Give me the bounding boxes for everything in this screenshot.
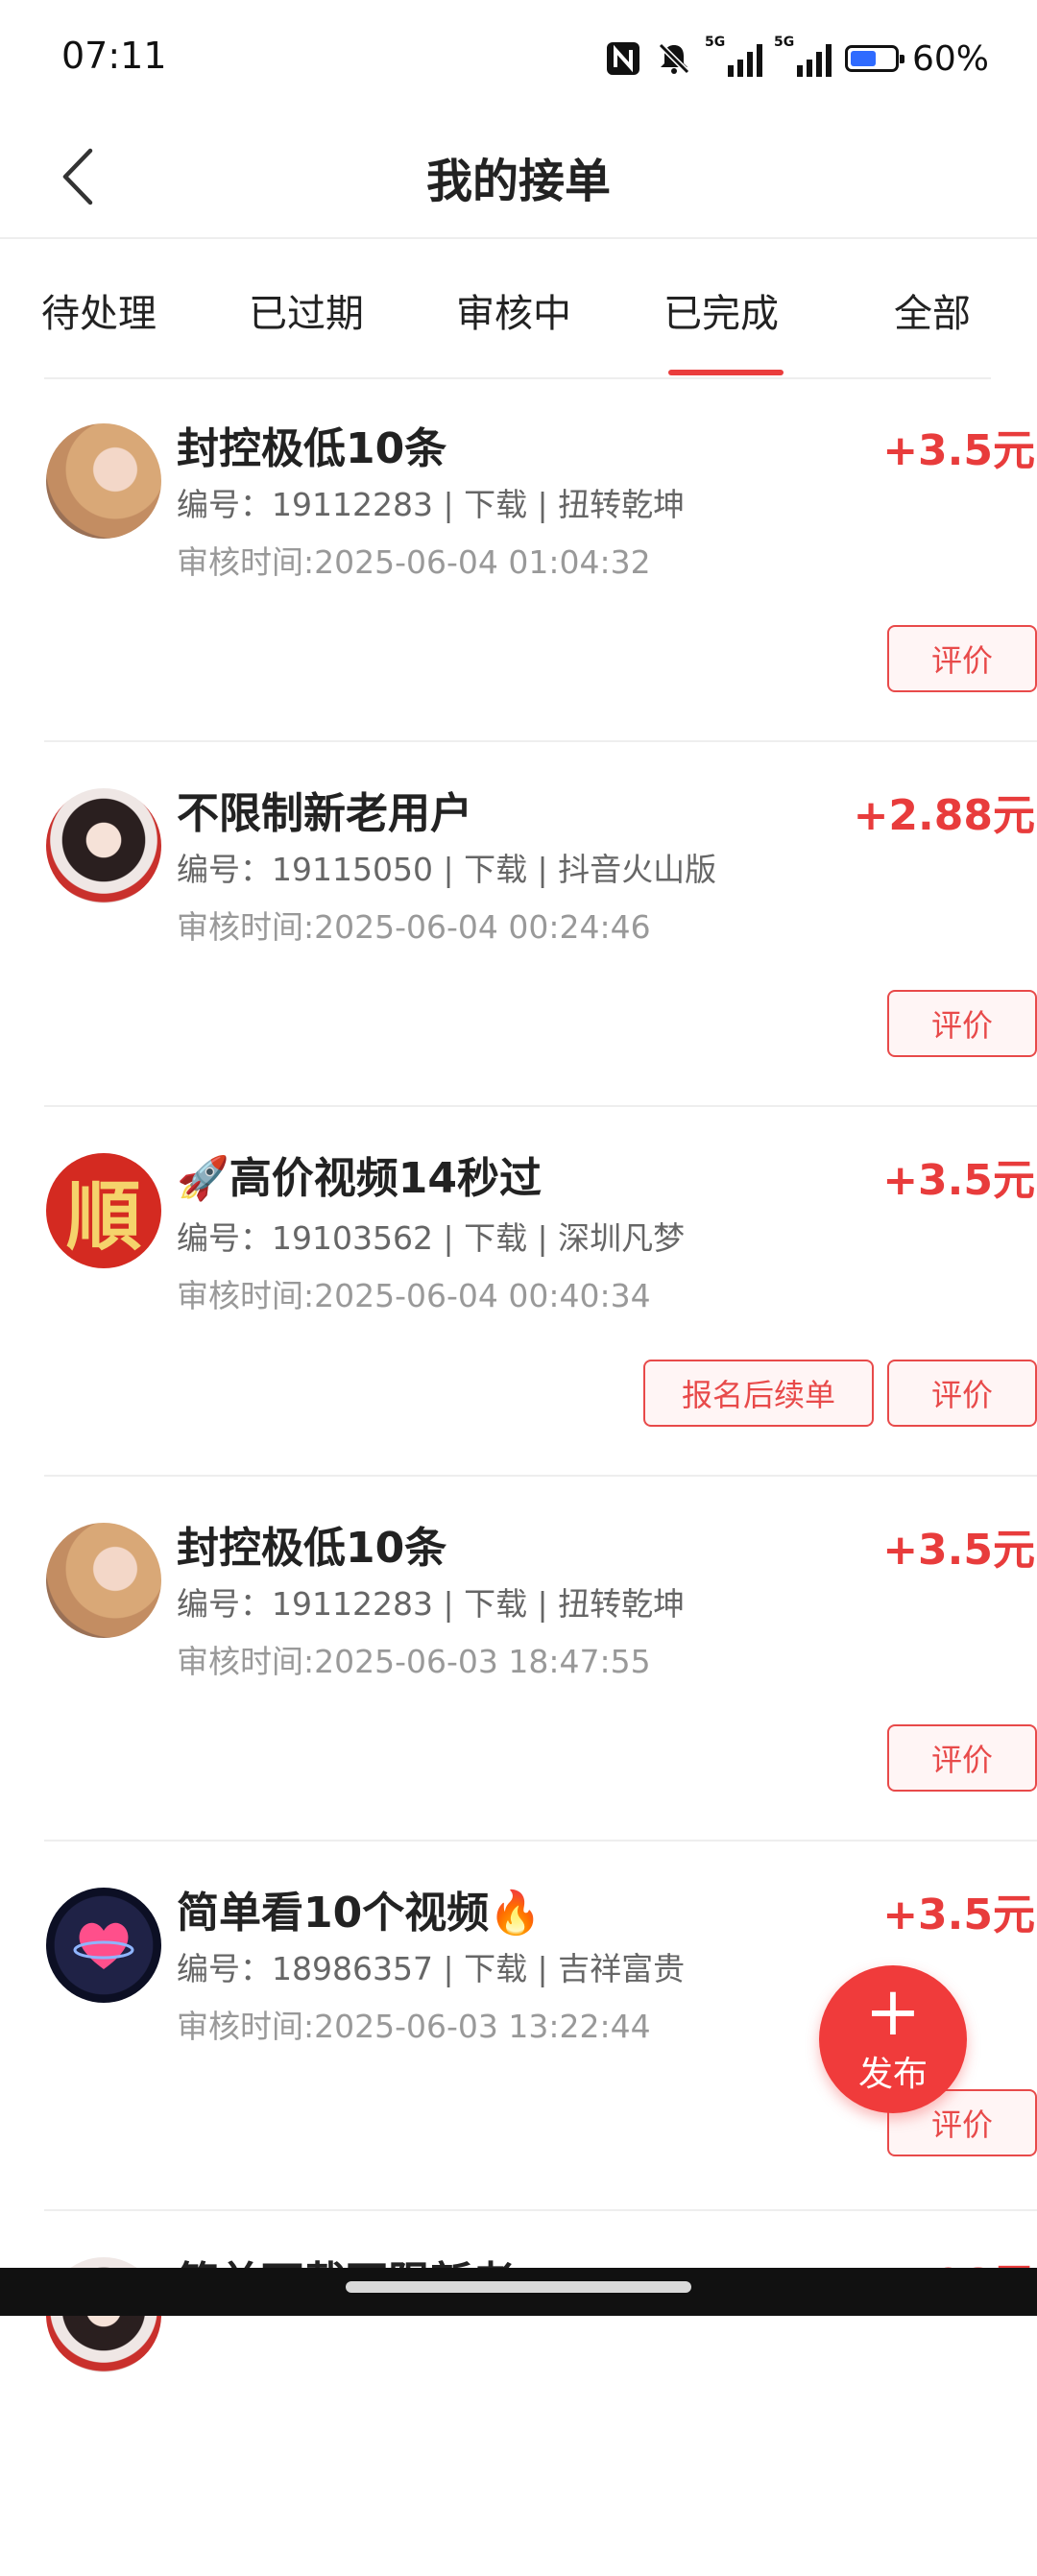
order-title: 简单看10个视频🔥 xyxy=(177,1889,543,1938)
list-item[interactable]: 順 🚀高价视频14秒过 编号：19103562 | 下载 | 深圳凡梦 审核时间… xyxy=(44,1107,1037,1477)
plus-icon: + xyxy=(864,1972,922,2051)
order-title: 不限制新老用户 xyxy=(177,789,472,838)
list-item[interactable]: 简单下载不限新老 +1.98元 xyxy=(44,2211,1037,2576)
order-title: 封控极低10条 xyxy=(177,424,447,473)
review-time: 审核时间:2025-06-04 00:40:34 xyxy=(177,1277,651,1314)
order-meta: 编号：19112283 | 下载 | 扭转乾坤 xyxy=(177,486,686,523)
avatar xyxy=(46,1888,161,2003)
list-item[interactable]: 不限制新老用户 编号：19115050 | 下载 | 抖音火山版 审核时间:20… xyxy=(44,742,1037,1107)
tab-pending[interactable]: 待处理 xyxy=(27,282,171,338)
review-time: 审核时间:2025-06-04 01:04:32 xyxy=(177,543,651,581)
order-price: +2.88元 xyxy=(853,791,1035,840)
battery-percent: 60% xyxy=(911,38,989,79)
home-gesture-handle[interactable] xyxy=(346,2281,691,2293)
status-time: 07:11 xyxy=(61,35,167,77)
rate-button[interactable]: 评价 xyxy=(887,990,1037,1057)
order-title: 封控极低10条 xyxy=(177,1524,447,1573)
status-icons: 5G 5G 60% xyxy=(605,35,989,83)
avatar xyxy=(46,423,161,539)
mute-icon xyxy=(658,42,690,75)
order-price: +3.5元 xyxy=(882,1526,1035,1575)
signal-5g-icon: 5G xyxy=(705,35,762,77)
tab-all[interactable]: 全部 xyxy=(860,282,1004,338)
battery-fill xyxy=(850,51,876,66)
order-meta: 编号：19103562 | 下载 | 深圳凡梦 xyxy=(177,1219,686,1257)
rate-button[interactable]: 评价 xyxy=(887,1360,1037,1427)
order-meta: 编号：19115050 | 下载 | 抖音火山版 xyxy=(177,851,717,888)
tab-completed[interactable]: 已完成 xyxy=(649,282,793,338)
avatar: 順 xyxy=(46,1153,161,1268)
list-item[interactable]: 封控极低10条 编号：19112283 | 下载 | 扭转乾坤 审核时间:202… xyxy=(44,377,1037,742)
page-title: 我的接单 xyxy=(425,155,611,208)
order-meta: 编号：18986357 | 下载 | 吉祥富贵 xyxy=(177,1950,686,1987)
tab-expired[interactable]: 已过期 xyxy=(234,282,378,338)
order-price: +3.5元 xyxy=(882,1156,1035,1205)
system-nav-bar xyxy=(0,2268,1037,2316)
rate-button[interactable]: 评价 xyxy=(887,1724,1037,1792)
order-price: +3.5元 xyxy=(882,1890,1035,1939)
signal-5g-icon: 5G xyxy=(774,35,832,77)
publish-label: 发布 xyxy=(857,2055,928,2094)
review-time: 审核时间:2025-06-03 18:47:55 xyxy=(177,1643,651,1680)
heart-icon xyxy=(73,1922,134,1969)
network-label: 5G xyxy=(773,35,795,50)
nfc-icon xyxy=(606,42,639,75)
review-time: 审核时间:2025-06-04 00:24:46 xyxy=(177,908,651,946)
app-header: 我的接单 xyxy=(0,120,1037,239)
status-bar: 07:11 5G 5G 60% xyxy=(0,0,1037,120)
list-item[interactable]: 封控极低10条 编号：19112283 | 下载 | 扭转乾坤 审核时间:202… xyxy=(44,1477,1037,1842)
rate-button[interactable]: 评价 xyxy=(887,625,1037,692)
avatar xyxy=(46,1523,161,1638)
active-tab-indicator xyxy=(668,370,784,375)
review-time: 审核时间:2025-06-03 13:22:44 xyxy=(177,2008,651,2045)
avatar xyxy=(46,788,161,903)
order-meta: 编号：19112283 | 下载 | 扭转乾坤 xyxy=(177,1585,686,1623)
network-label: 5G xyxy=(704,35,726,50)
battery-icon xyxy=(844,45,904,72)
follow-up-signup-button[interactable]: 报名后续单 xyxy=(643,1360,874,1427)
tab-reviewing[interactable]: 审核中 xyxy=(442,282,586,338)
order-price: +3.5元 xyxy=(882,426,1035,475)
publish-fab-button[interactable]: + 发布 xyxy=(819,1965,967,2113)
order-title: 🚀高价视频14秒过 xyxy=(177,1154,543,1203)
status-tabs: 待处理 已过期 审核中 已完成 全部 xyxy=(41,238,991,379)
